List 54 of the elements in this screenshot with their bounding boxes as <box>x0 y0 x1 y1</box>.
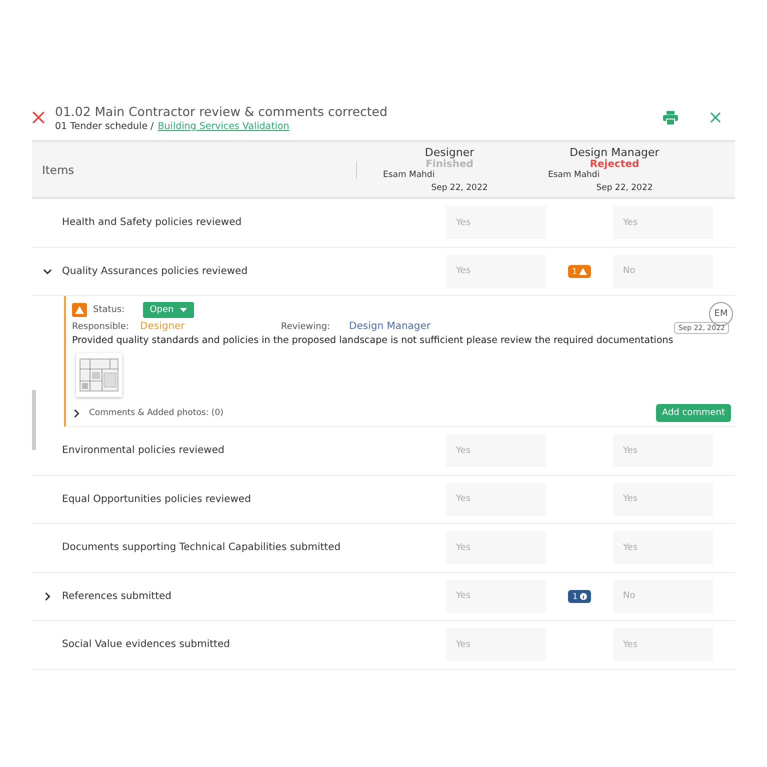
issue-badge[interactable]: 1 <box>568 264 592 278</box>
answer-field: Yes <box>446 206 546 240</box>
item-label: Environmental policies reviewed <box>62 445 226 456</box>
review-status: Finished <box>426 159 474 170</box>
column-header: Items <box>41 162 76 176</box>
answer-field: Yes <box>613 482 713 516</box>
item-label: Equal Opportunities policies reviewed <box>62 494 252 505</box>
answer-field: Yes <box>613 628 713 662</box>
review-date: Sep 22, 2022 <box>596 183 653 193</box>
answer-field: No <box>613 580 713 613</box>
chevron-right-icon[interactable] <box>42 592 52 601</box>
responsible-value: Designer <box>140 321 186 332</box>
close-icon[interactable] <box>32 111 45 124</box>
answer-field: Yes <box>446 434 546 468</box>
answer-field: Yes <box>446 580 546 613</box>
avatar: EM <box>709 302 733 326</box>
field-label: Reviewing: <box>281 322 332 332</box>
item-label: Quality Assurances policies reviewed <box>62 266 249 277</box>
answer-field: Yes <box>446 628 546 662</box>
scrollbar[interactable] <box>32 390 36 450</box>
close-icon[interactable] <box>710 112 721 123</box>
reviewing-value: Design Manager <box>349 321 431 332</box>
print-icon[interactable] <box>663 110 678 124</box>
reviewer-role: Designer <box>424 146 474 159</box>
status-dropdown[interactable]: Open <box>142 302 194 318</box>
issue-text: Provided quality standards and policies in the proposed landscape is not sufficient please review the required documentations <box>72 335 674 346</box>
item-label: Health and Safety policies reviewed <box>62 217 243 228</box>
reviewer-role: Design Manager <box>570 146 660 159</box>
item-label: References submitted <box>62 590 173 602</box>
comments-label: Comments & Added photos: (0) <box>89 408 224 418</box>
window-title: 01.02 Main Contractor review & comments corrected <box>55 104 388 118</box>
review-status: Rejected <box>590 159 640 170</box>
answer-field: Yes <box>446 482 546 516</box>
answer-field: Yes <box>613 206 713 240</box>
reviewer-name: Esam Mahdi <box>548 170 600 180</box>
answer-field: Yes <box>446 531 546 564</box>
answer-field: No <box>613 254 713 288</box>
item-label: Social Value evidences submitted <box>62 639 231 650</box>
breadcrumb-link[interactable]: Building Services Validation <box>158 120 290 132</box>
answer-field: Yes <box>446 254 546 288</box>
issue-badge[interactable]: 1 <box>568 590 591 603</box>
field-label: Status: <box>93 305 125 315</box>
add-comment-button[interactable]: Add comment <box>656 404 731 422</box>
chevron-right-icon[interactable] <box>72 408 81 418</box>
field-label: Responsible: <box>72 322 130 332</box>
review-date: Sep 22, 2022 <box>431 183 488 193</box>
answer-field: Yes <box>613 531 713 564</box>
warning-icon <box>72 303 87 317</box>
chevron-down-icon[interactable] <box>42 266 52 276</box>
item-label: Documents supporting Technical Capabilities submitted <box>62 542 342 554</box>
reviewer-name: Esam Mahdi <box>383 170 435 180</box>
answer-field: Yes <box>613 434 713 468</box>
breadcrumb: 01 Tender schedule / <box>55 120 154 132</box>
caret-icon <box>180 308 187 312</box>
